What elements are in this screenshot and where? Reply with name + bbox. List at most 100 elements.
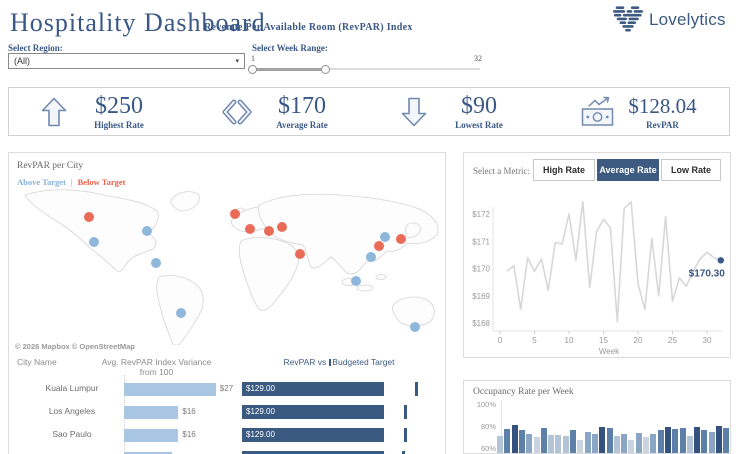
city-dot-below[interactable] — [84, 212, 94, 222]
city-dot-above[interactable] — [410, 322, 420, 332]
occupancy-bar[interactable] — [679, 428, 686, 453]
kpi-label: Average Rate — [276, 119, 328, 130]
occupancy-bar[interactable] — [643, 437, 649, 453]
week-slider-handle-left[interactable] — [248, 64, 257, 74]
city-dot-below[interactable] — [295, 249, 305, 259]
x-tick-label: 10 — [565, 336, 574, 345]
occupancy-bar[interactable] — [686, 435, 693, 453]
button-low-rate[interactable]: Low Rate — [661, 159, 721, 181]
x-axis-title: Week — [599, 347, 620, 356]
occupancy-bar[interactable] — [606, 428, 613, 453]
city-dot-above[interactable] — [351, 276, 361, 286]
logo-wordmark: Lovelytics — [649, 9, 726, 29]
occupancy-bar[interactable] — [533, 437, 540, 453]
city-dot-below[interactable] — [277, 222, 287, 232]
table-row: Seoul$14$129.00 — [9, 447, 445, 454]
chevron-down-icon: ▾ — [235, 58, 239, 65]
occupancy-bar[interactable] — [621, 433, 628, 453]
col-header-variance: Avg. RevPAR Index Variance from 100 — [101, 357, 212, 377]
occupancy-bar[interactable] — [584, 431, 591, 453]
city-name[interactable]: Los Angeles — [17, 406, 127, 416]
hospitality-dashboard: Hospitality Dashboard Revenue Per Availa… — [0, 0, 736, 454]
city-name[interactable]: Kuala Lumpur — [17, 383, 127, 393]
money-trend-icon — [581, 96, 614, 127]
occupancy-bar[interactable] — [701, 430, 708, 453]
region-filter-label: Select Region: — [8, 43, 63, 53]
variance-bar[interactable] — [124, 428, 179, 442]
world-map[interactable] — [9, 185, 445, 346]
city-dot-above[interactable] — [142, 226, 152, 236]
rate-line[interactable] — [506, 200, 722, 323]
budget-target-tick — [404, 405, 407, 419]
week-slider-selected-range[interactable] — [252, 67, 325, 71]
occupancy-bar[interactable] — [526, 433, 533, 453]
occupancy-bar[interactable] — [540, 428, 547, 453]
city-dot-below[interactable] — [396, 234, 406, 244]
target-tick-glyph — [329, 359, 332, 366]
occupancy-bar[interactable] — [570, 430, 576, 453]
city-dot-above[interactable] — [89, 237, 99, 247]
variance-value-label: $16 — [182, 430, 196, 439]
occupancy-bar[interactable] — [591, 433, 598, 453]
metric-selector-label: Select a Metric: — [473, 166, 530, 176]
occupancy-bar[interactable] — [657, 430, 664, 453]
rate-line-chart: $168 $169 $170 $171 $172 0 5 10 15 20 25 30 Week $170… — [472, 200, 725, 356]
map-attribution: © 2026 Mapbox © OpenStreetMap — [15, 342, 135, 351]
x-tick-label: 0 — [498, 336, 503, 345]
table-row: Kuala Lumpur $27 $129.00 — [9, 378, 445, 400]
occupancy-bar[interactable] — [694, 427, 701, 453]
occupancy-bar[interactable] — [650, 433, 657, 453]
y-tick-label: $172 — [472, 210, 490, 219]
occupancy-bar[interactable] — [518, 430, 525, 453]
city-name[interactable]: Sao Paulo — [17, 429, 127, 439]
budget-target-tick — [404, 428, 407, 442]
region-dropdown[interactable]: (All) ▾ — [8, 53, 245, 69]
city-dot-above[interactable] — [366, 252, 376, 262]
occupancy-bar[interactable] — [723, 428, 730, 453]
occupancy-bar[interactable] — [672, 429, 679, 453]
map-title: RevPAR per City — [17, 161, 84, 171]
occupancy-bar[interactable] — [716, 426, 722, 453]
occupancy-bar[interactable] — [664, 427, 671, 453]
variance-bar[interactable] — [124, 405, 179, 419]
occupancy-bar[interactable] — [504, 429, 511, 453]
occupancy-bar[interactable] — [599, 427, 606, 453]
city-dot-above[interactable] — [151, 258, 161, 268]
world-map-basemap — [24, 189, 439, 346]
occupancy-bar[interactable] — [497, 435, 503, 453]
col-header-revpar: RevPAR vs Budgeted Target — [283, 357, 395, 367]
occupancy-bar[interactable] — [613, 435, 620, 453]
city-dot-above[interactable] — [380, 232, 390, 242]
current-week-dot[interactable] — [717, 257, 724, 264]
city-dot-below[interactable] — [264, 226, 274, 236]
occupancy-bar[interactable] — [555, 434, 562, 453]
occupancy-bar[interactable] — [562, 435, 569, 453]
city-dot-below[interactable] — [245, 224, 255, 234]
week-slider-handle-right[interactable] — [321, 64, 330, 74]
city-dot-above[interactable] — [176, 308, 186, 318]
variance-bar[interactable] — [124, 382, 216, 396]
variance-value-label: $27 — [219, 384, 234, 393]
chevrons-icon — [221, 99, 253, 125]
occupancy-bar[interactable] — [511, 424, 518, 453]
button-average-rate[interactable]: Average Rate — [597, 159, 659, 181]
y-tick-label: $168 — [472, 319, 490, 328]
revpar-bar[interactable]: $129.00 — [242, 405, 384, 419]
kpi-value: $250 — [95, 92, 143, 119]
occupancy-bar[interactable] — [635, 432, 642, 453]
kpi-label: RevPAR — [646, 119, 679, 130]
occupancy-bar[interactable] — [628, 440, 635, 453]
city-dot-below[interactable] — [230, 209, 240, 219]
col-header-city: City Name — [17, 357, 57, 367]
occupancy-bar[interactable] — [708, 431, 715, 453]
table-row: Los Angeles $16 $129.00 — [9, 401, 445, 423]
city-dot-below[interactable] — [374, 241, 384, 251]
x-tick-label: 15 — [599, 336, 608, 345]
button-high-rate[interactable]: High Rate — [533, 159, 595, 181]
occupancy-bar[interactable] — [548, 434, 555, 453]
revpar-bar[interactable]: $129.00 — [242, 382, 384, 396]
table-row: Sao Paulo $16 $129.00 — [9, 424, 445, 446]
kpi-highest-rate: $250 Highest Rate — [9, 88, 189, 135]
occupancy-bar[interactable] — [577, 440, 584, 453]
revpar-bar[interactable]: $129.00 — [242, 428, 384, 442]
